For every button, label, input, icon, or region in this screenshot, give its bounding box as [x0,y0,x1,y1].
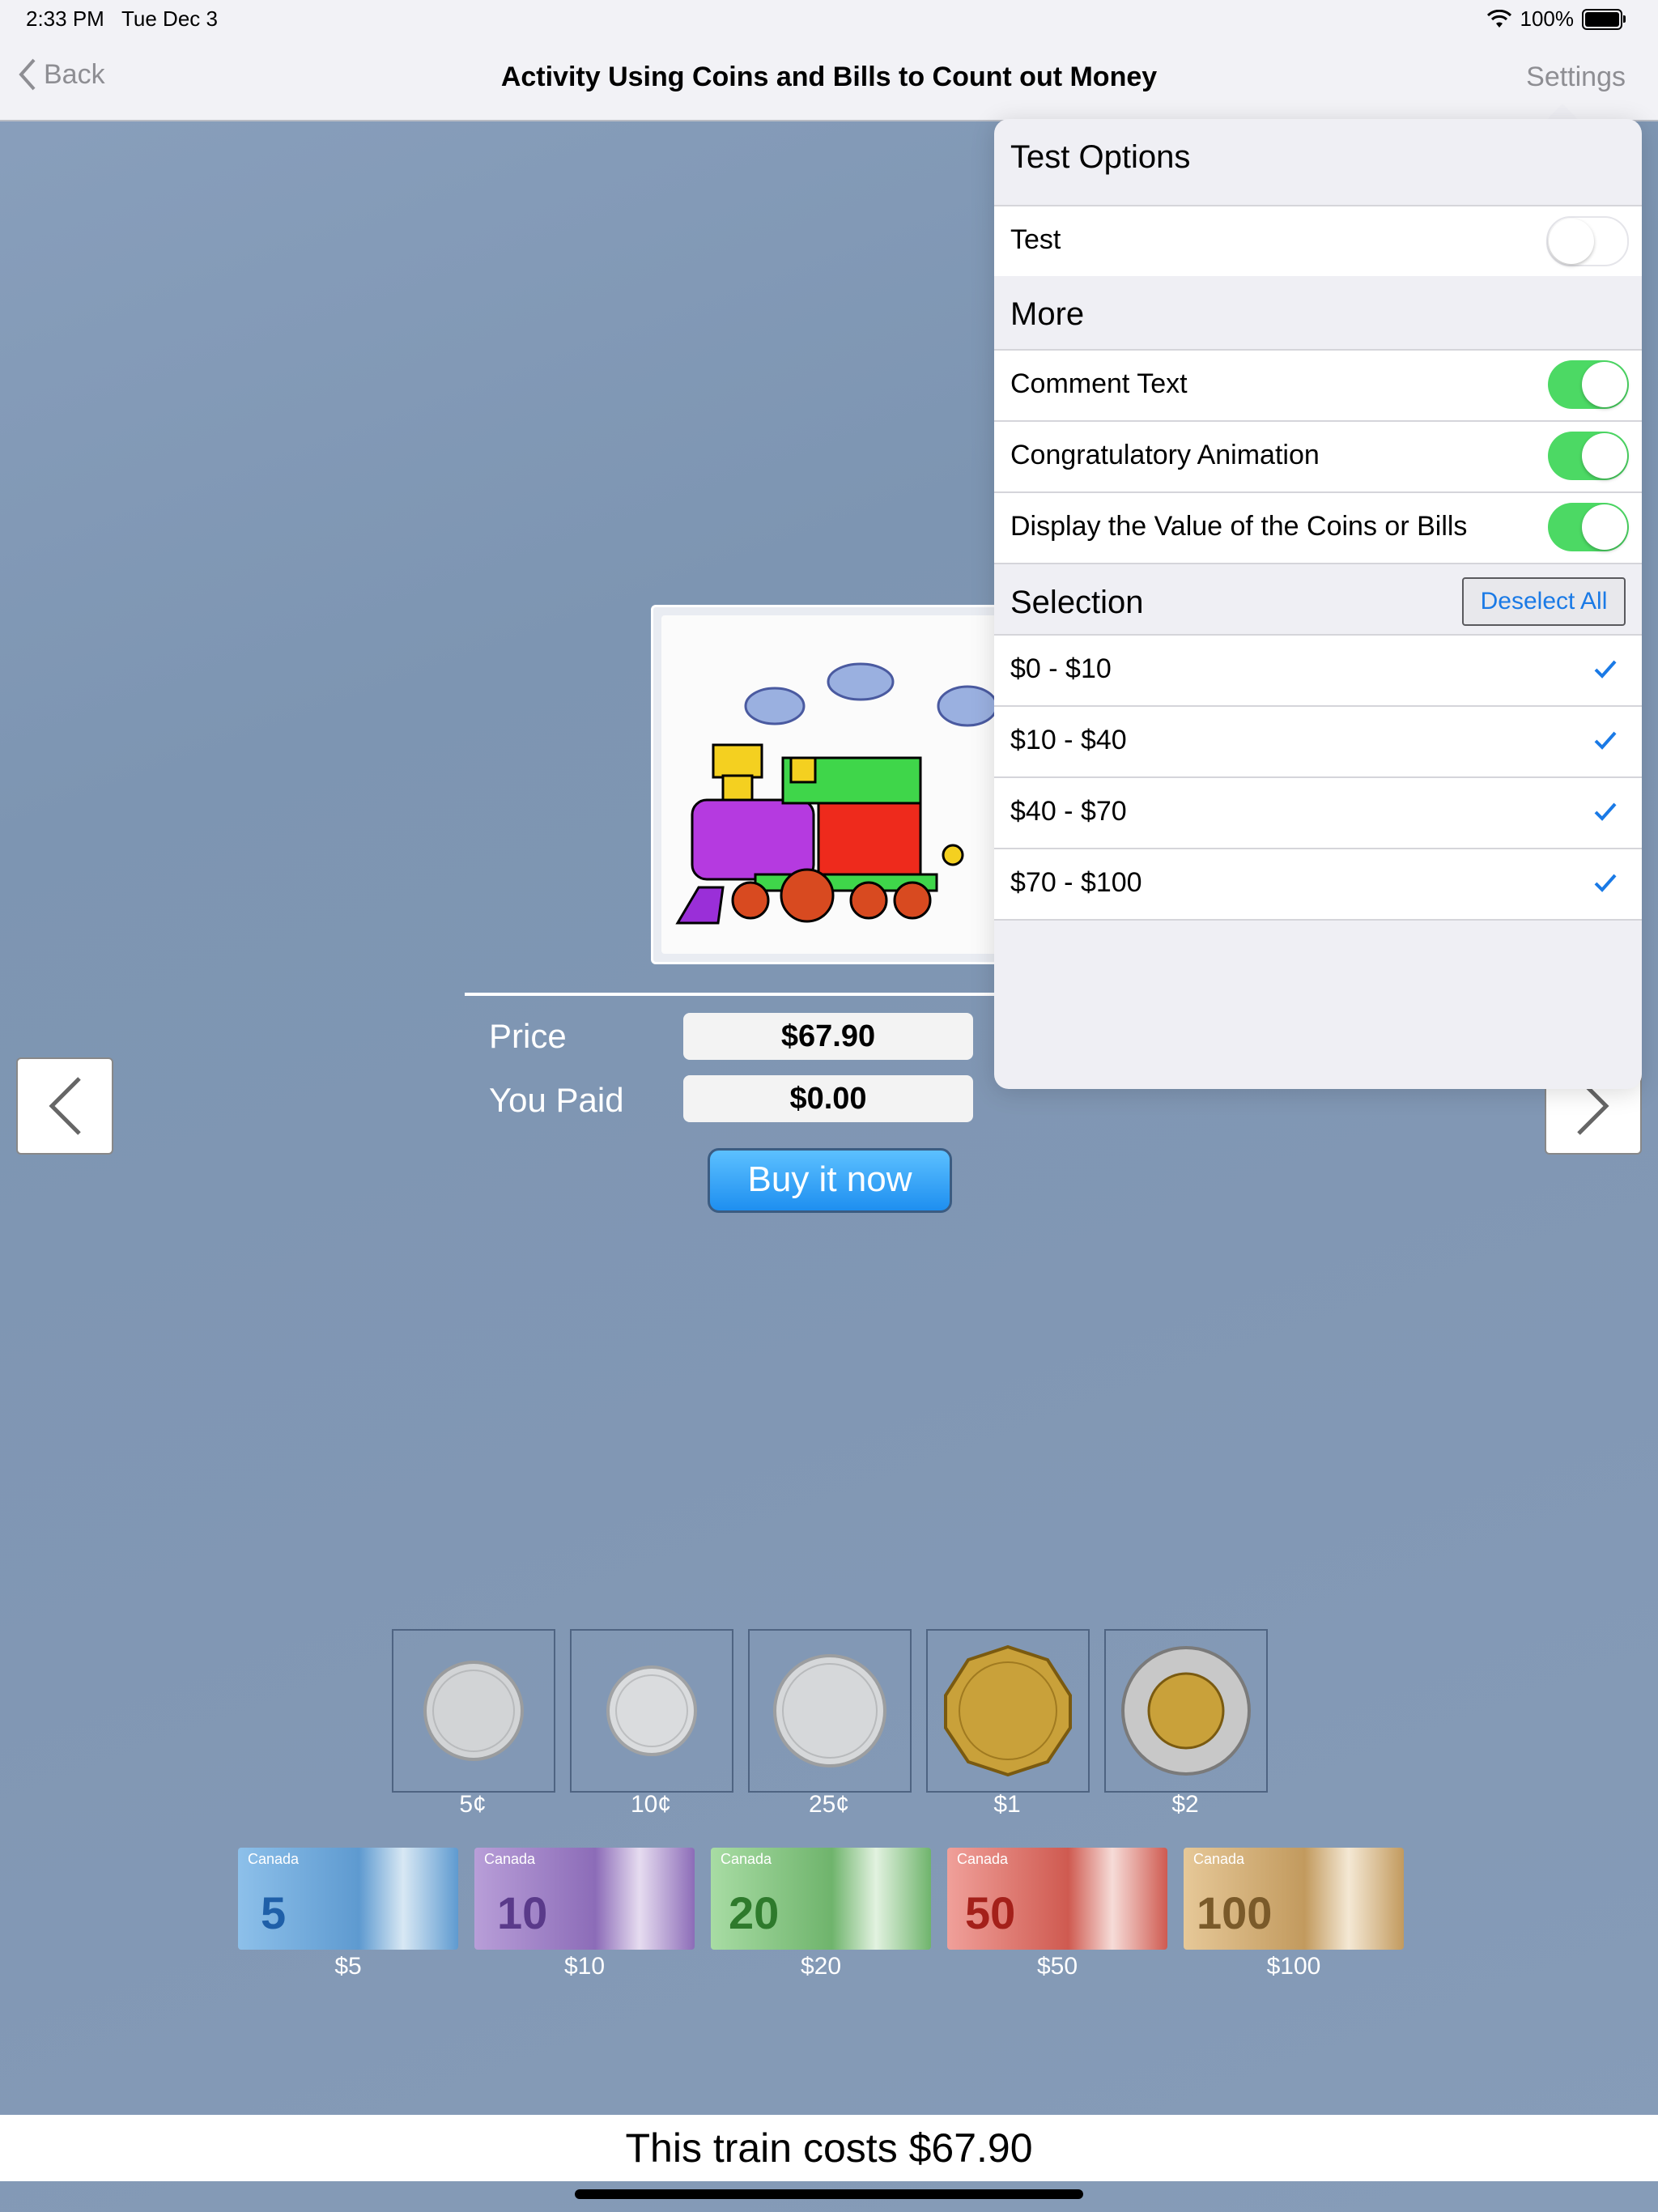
section-title: Test Options [1010,139,1191,175]
paid-value: $0.00 [683,1075,973,1122]
status-time: 2:33 PM [26,6,104,31]
bill-number: 5 [261,1887,287,1938]
bill-label: $5 [334,1953,362,1980]
deselect-all-button[interactable]: Deselect All [1462,577,1626,626]
bill-label: $10 [563,1953,606,1980]
coin-label: 25¢ [808,1791,850,1818]
wifi-icon [1486,9,1511,28]
bill-label: $20 [800,1953,842,1980]
status-bar: 2:33 PM Tue Dec 3 100% [0,0,1658,39]
train-image [661,615,1001,954]
row-label: Display the Value of the Coins or Bills [1010,511,1468,542]
page-title: Activity Using Coins and Bills to Count … [500,62,1158,92]
coin-label: 10¢ [630,1791,672,1818]
paid-label: You Paid [489,1081,624,1119]
congratulatory-animation-toggle[interactable] [1548,432,1629,480]
checkmark-icon [1594,660,1617,678]
bill-50-dollars[interactable]: Canada 50 [947,1848,1167,1950]
range-label: $70 - $100 [1010,867,1142,898]
row-label: Comment Text [1010,368,1188,399]
range-label: $10 - $40 [1010,725,1127,755]
section-header-selection: Selection Deselect All [994,563,1642,636]
status-right: 100% [1486,6,1626,32]
bill-brand: Canada [721,1851,772,1867]
test-toggle[interactable] [1546,216,1629,266]
coin-25-cents[interactable] [748,1629,912,1793]
coin-1-dollar[interactable] [926,1629,1090,1793]
bill-number: 100 [1197,1887,1273,1938]
cost-message: This train costs $67.90 [0,2115,1658,2181]
section-header-more: More [994,276,1642,347]
range-label: $40 - $70 [1010,796,1127,827]
checkmark-icon [1594,802,1617,821]
range-row[interactable]: $10 - $40 [994,705,1642,776]
toggle-knob [1582,433,1627,479]
settings-popover: Test Options Test More Comment Text Cong… [994,119,1642,1089]
row-test: Test [994,205,1642,276]
range-label: $0 - $10 [1010,653,1112,684]
bill-20-dollars[interactable]: Canada 20 [711,1848,931,1950]
row-congratulatory-animation: Congratulatory Animation [994,420,1642,491]
buy-now-button[interactable]: Buy it now [708,1148,952,1213]
dime-icon [606,1665,697,1756]
bill-brand: Canada [484,1851,536,1867]
price-divider [465,993,1015,996]
row-label: Test [1010,224,1061,255]
checkmark-icon [1594,731,1617,750]
bill-number: 10 [497,1887,548,1938]
row-display-value: Display the Value of the Coins or Bills [994,491,1642,563]
coin-label: 5¢ [459,1791,487,1818]
comment-text-toggle[interactable] [1548,360,1629,409]
quarter-icon [773,1654,886,1767]
toonie-icon [1121,1646,1251,1776]
bill-label: $50 [1036,1953,1078,1980]
bill-number: 50 [965,1887,1016,1938]
section-title: More [1010,296,1085,332]
coin-label: $1 [993,1791,1021,1818]
section-header-test-options: Test Options [994,119,1642,190]
row-comment-text: Comment Text [994,349,1642,420]
smoke-clouds [744,662,998,727]
price-label: Price [489,1017,567,1055]
checkmark-icon [1594,874,1617,892]
navigation-bar: Back Activity Using Coins and Bills to C… [0,39,1658,121]
bill-brand: Canada [957,1851,1009,1867]
home-indicator[interactable] [575,2189,1083,2199]
display-value-toggle[interactable] [1548,503,1629,551]
coin-label: $2 [1171,1791,1199,1818]
coin-10-cents[interactable] [570,1629,733,1793]
coin-5-cents[interactable] [392,1629,555,1793]
previous-item-button[interactable] [16,1057,113,1155]
status-date: Tue Dec 3 [121,6,218,31]
bill-5-dollars[interactable]: Canada 5 [238,1848,458,1950]
range-row[interactable]: $70 - $100 [994,848,1642,921]
loonie-icon [944,1644,1072,1777]
range-row[interactable]: $0 - $10 [994,634,1642,705]
bill-100-dollars[interactable]: Canada 100 [1184,1848,1404,1950]
toggle-knob [1549,219,1594,264]
settings-button[interactable]: Settings [1526,62,1626,93]
nickel-icon [423,1661,524,1761]
bill-number: 20 [729,1887,780,1938]
toggle-knob [1582,504,1627,550]
chevron-left-icon [49,1077,81,1135]
price-value: $67.90 [683,1013,973,1060]
bill-brand: Canada [248,1851,300,1867]
bill-label: $100 [1266,1953,1321,1980]
range-row[interactable]: $40 - $70 [994,776,1642,848]
toggle-knob [1582,362,1627,407]
row-label: Congratulatory Animation [1010,440,1320,470]
battery-percent: 100% [1520,6,1575,31]
section-title: Selection [1010,585,1144,620]
coin-2-dollars[interactable] [1104,1629,1268,1793]
product-image-frame [651,605,1012,964]
bill-10-dollars[interactable]: Canada 10 [474,1848,695,1950]
battery-icon [1582,8,1626,30]
bill-brand: Canada [1193,1851,1245,1867]
